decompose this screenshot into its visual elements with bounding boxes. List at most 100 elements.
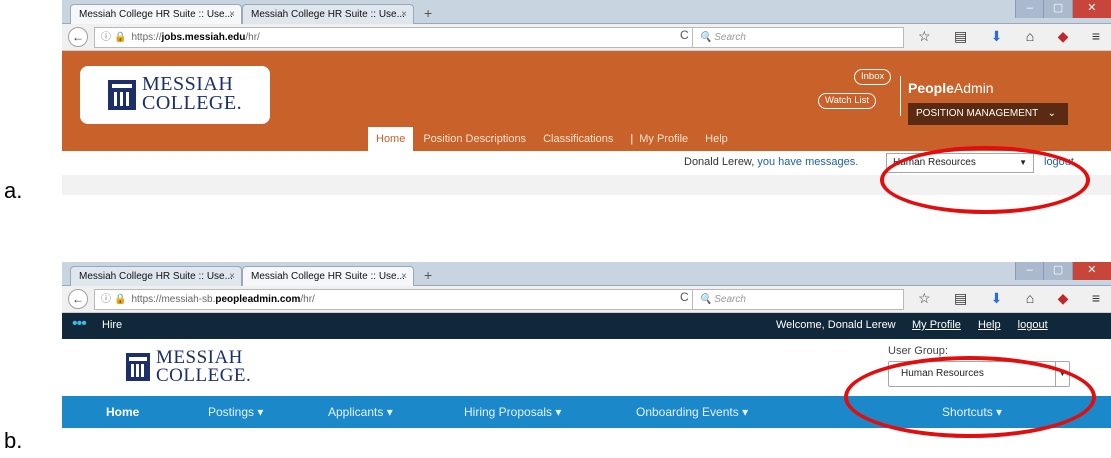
url-path: /hr/ — [300, 294, 315, 305]
lock-icon: 🔒 — [114, 32, 127, 43]
addon-icon[interactable]: ◆ — [1058, 28, 1069, 46]
search-input[interactable]: 🔍 Search — [692, 289, 904, 310]
reload-icon[interactable]: C — [680, 28, 689, 42]
messages-link-word[interactable]: messages. — [805, 156, 858, 168]
help-link[interactable]: Help — [978, 319, 1001, 331]
tab-title: Messiah College HR Suite :: Use... — [251, 271, 405, 282]
nav-applicants[interactable]: Applicants ▾ — [328, 405, 393, 419]
tab-title: Messiah College HR Suite :: Use... — [79, 271, 233, 282]
peopleadmin-brand: PeopleAdmin — [908, 80, 994, 96]
addon-icon[interactable]: ◆ — [1058, 290, 1069, 308]
search-icon: 🔍 — [699, 294, 715, 305]
watch-list-button[interactable]: Watch List — [818, 93, 876, 109]
nav-my-profile[interactable]: My Profile — [639, 133, 688, 145]
menu-icon[interactable]: ≡ — [1092, 28, 1100, 46]
close-tab-icon[interactable]: × — [401, 5, 407, 24]
messages-link[interactable]: you have — [757, 156, 802, 168]
nav-hiring-proposals[interactable]: Hiring Proposals ▾ — [464, 405, 561, 419]
college-crest-icon — [108, 80, 136, 110]
module-select-value: POSITION MANAGEMENT — [916, 108, 1039, 119]
download-icon[interactable]: ⬇ — [991, 290, 1003, 308]
new-tab-button[interactable]: + — [424, 4, 432, 22]
app-switcher-icon[interactable]: ••• — [72, 315, 87, 333]
back-icon[interactable]: ← — [68, 27, 88, 47]
user-name: Donald Lerew, — [684, 156, 755, 168]
back-icon[interactable]: ← — [68, 289, 88, 309]
toolbar-icons: ☆ ▤ ⬇ ⌂ ◆ ≡ — [918, 290, 1108, 308]
address-bar[interactable]: ⓘ 🔒 https://jobs.messiah.edu/hr/ — [94, 27, 704, 48]
search-placeholder: Search — [714, 32, 746, 43]
messiah-logo[interactable]: MESSIAH COLLEGE. — [80, 66, 270, 124]
maximize-button[interactable]: ▢ — [1043, 0, 1072, 18]
nav-help[interactable]: Help — [705, 133, 728, 145]
chevron-down-icon: ⌄ — [1047, 108, 1056, 119]
logo-line-2: COLLEGE. — [156, 365, 252, 386]
header-divider — [900, 76, 901, 116]
nav-classifications[interactable]: Classifications — [543, 133, 613, 145]
close-tab-icon[interactable]: × — [401, 267, 407, 287]
minimize-button[interactable]: – — [1015, 0, 1044, 18]
close-tab-icon[interactable]: × — [229, 5, 235, 25]
module-select[interactable]: POSITION MANAGEMENT ⌄ — [908, 103, 1068, 125]
top-links: My Profile Help logout — [912, 319, 1062, 331]
logo-wordmark: MESSIAH COLLEGE. — [142, 74, 243, 114]
greeting: Donald Lerew, you have messages. — [684, 156, 858, 168]
bookmark-star-icon[interactable]: ☆ — [918, 28, 931, 46]
college-crest-icon — [126, 353, 150, 381]
close-window-button[interactable]: ✕ — [1071, 262, 1111, 280]
download-icon[interactable]: ⬇ — [991, 28, 1003, 46]
nav-home[interactable]: Home — [106, 405, 139, 419]
menu-icon[interactable]: ≡ — [1092, 290, 1100, 308]
highlight-ellipse-a — [880, 146, 1090, 214]
comparison-figure: Messiah College HR Suite :: Use... × Mes… — [0, 0, 1111, 458]
app-top-bar: ••• Hire Welcome, Donald Lerew My Profil… — [62, 313, 1111, 339]
url-path: /hr/ — [245, 32, 260, 43]
new-tab-button[interactable]: + — [424, 266, 432, 284]
nav-onboarding-events[interactable]: Onboarding Events ▾ — [636, 405, 748, 419]
address-bar[interactable]: ⓘ 🔒 https://messiah-sb.peopleadmin.com/hr/ — [94, 289, 704, 310]
close-window-button[interactable]: ✕ — [1071, 0, 1111, 18]
brand-light: Admin — [953, 80, 994, 96]
reload-icon[interactable]: C — [680, 290, 689, 304]
lock-icon: 🔒 — [114, 294, 127, 305]
nav-postings[interactable]: Postings ▾ — [208, 405, 263, 419]
logout-link[interactable]: logout — [1018, 319, 1048, 331]
inbox-button[interactable]: Inbox — [854, 69, 892, 85]
search-input[interactable]: 🔍 Search — [692, 27, 904, 48]
window-controls: – ▢ ✕ — [1015, 0, 1111, 18]
welcome-text: Welcome, Donald Lerew — [776, 319, 896, 331]
logo-line-2: COLLEGE. — [142, 92, 243, 114]
browser-tab[interactable]: Messiah College HR Suite :: Use... × — [242, 266, 414, 287]
label-a: a. — [4, 178, 23, 203]
minimize-button[interactable]: – — [1015, 262, 1044, 280]
url-subdomain: messiah-sb. — [161, 294, 216, 305]
maximize-button[interactable]: ▢ — [1043, 262, 1072, 280]
logo-wordmark[interactable]: MESSIAH COLLEGE. — [156, 348, 252, 386]
tab-title: Messiah College HR Suite :: Use... — [251, 9, 405, 20]
nav-bar: ← ⓘ 🔒 https://messiah-sb.peopleadmin.com/h… — [62, 286, 1111, 313]
reading-list-icon[interactable]: ▤ — [954, 28, 967, 46]
nav-home[interactable]: Home — [368, 127, 414, 151]
info-icon[interactable]: ⓘ — [101, 294, 111, 305]
browser-tab[interactable]: Messiah College HR Suite :: Use... × — [242, 4, 414, 24]
nav-position-descriptions[interactable]: Position Descriptions — [423, 133, 526, 145]
info-icon[interactable]: ⓘ — [101, 32, 111, 43]
home-icon[interactable]: ⌂ — [1026, 28, 1034, 46]
tab-strip: Messiah College HR Suite :: Use... × Mes… — [62, 0, 1111, 25]
brand-bold: People — [908, 80, 954, 96]
hr-suite-header: MESSIAH COLLEGE. Inbox Watch List People… — [62, 51, 1111, 151]
browser-tab[interactable]: Messiah College HR Suite :: Use... × — [70, 4, 242, 25]
reading-list-icon[interactable]: ▤ — [954, 290, 967, 308]
window-controls: – ▢ ✕ — [1015, 262, 1111, 280]
home-icon[interactable]: ⌂ — [1026, 290, 1034, 308]
bookmark-star-icon[interactable]: ☆ — [918, 290, 931, 308]
browser-tab[interactable]: Messiah College HR Suite :: Use... × — [70, 266, 242, 286]
close-tab-icon[interactable]: × — [229, 267, 235, 286]
tab-strip: Messiah College HR Suite :: Use... × Mes… — [62, 262, 1111, 287]
nav-separator: | — [630, 133, 634, 145]
user-group-label: User Group: — [888, 345, 948, 357]
my-profile-link[interactable]: My Profile — [912, 319, 961, 331]
highlight-ellipse-b — [844, 356, 1096, 438]
search-icon: 🔍 — [699, 32, 715, 43]
tab-title: Messiah College HR Suite :: Use... — [79, 9, 233, 20]
